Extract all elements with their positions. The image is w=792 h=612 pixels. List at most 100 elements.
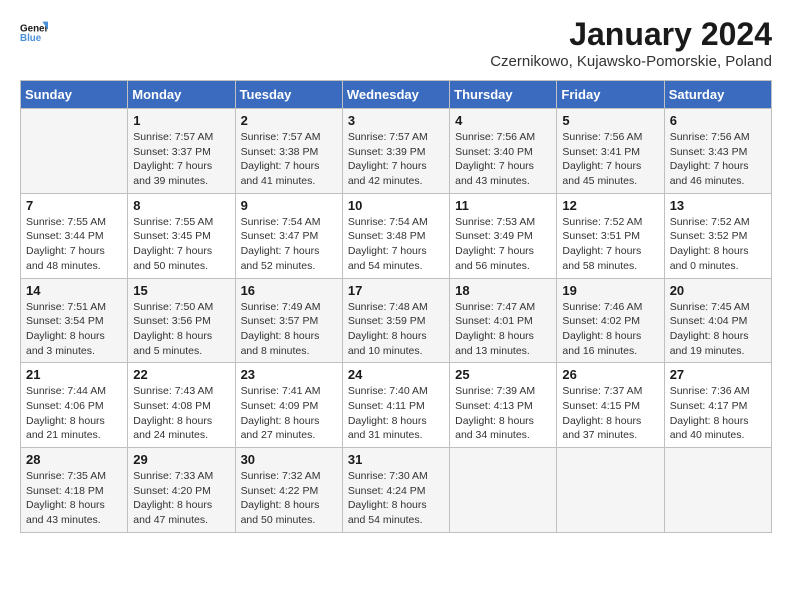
day-number: 20 [670,283,766,298]
month-title: January 2024 [490,16,772,53]
day-info: Sunrise: 7:55 AMSunset: 3:44 PMDaylight:… [26,215,122,274]
calendar-week-1: 1 Sunrise: 7:57 AMSunset: 3:37 PMDaylight… [21,109,772,194]
calendar-cell: 8Sunrise: 7:55 AMSunset: 3:45 PMDaylight… [128,193,235,278]
calendar-cell: 28Sunrise: 7:35 AMSunset: 4:18 PMDayligh… [21,448,128,533]
calendar-cell: 4Sunrise: 7:56 AMSunset: 3:40 PMDaylight… [450,109,557,194]
logo-icon: General Blue [20,16,48,44]
day-number: 25 [455,367,551,382]
day-number: 22 [133,367,229,382]
calendar-week-2: 7Sunrise: 7:55 AMSunset: 3:44 PMDaylight… [21,193,772,278]
day-info: Sunrise: 7:45 AMSunset: 4:04 PMDaylight:… [670,300,766,359]
calendar-cell: 25 Sunrise: 7:39 AMSunset: 4:13 PMDayligh… [450,363,557,448]
calendar-cell [664,448,771,533]
day-info: Sunrise: 7:51 AMSunset: 3:54 PMDaylight:… [26,300,122,359]
calendar-cell: 15 Sunrise: 7:50 AMSunset: 3:56 PMDayligh… [128,278,235,363]
calendar-week-4: 21 Sunrise: 7:44 AMSunset: 4:06 PMDayligh… [21,363,772,448]
weekday-header-tuesday: Tuesday [235,81,342,109]
calendar-cell: 27 Sunrise: 7:36 AMSunset: 4:17 PMDayligh… [664,363,771,448]
calendar-cell: 24Sunrise: 7:40 AMSunset: 4:11 PMDayligh… [342,363,449,448]
page-header: General Blue January 2024 Czernikowo, Ku… [20,16,772,70]
calendar-cell: 1 Sunrise: 7:57 AMSunset: 3:37 PMDaylight… [128,109,235,194]
day-info: Sunrise: 7:50 AMSunset: 3:56 PMDaylight:… [133,300,229,359]
day-info: Sunrise: 7:30 AMSunset: 4:24 PMDaylight:… [348,469,444,528]
day-number: 8 [133,198,229,213]
day-info: Sunrise: 7:56 AMSunset: 3:43 PMDaylight:… [670,130,766,189]
calendar-week-3: 14Sunrise: 7:51 AMSunset: 3:54 PMDayligh… [21,278,772,363]
day-number: 31 [348,452,444,467]
calendar-cell: 6 Sunrise: 7:56 AMSunset: 3:43 PMDaylight… [664,109,771,194]
day-number: 18 [455,283,551,298]
calendar-week-5: 28Sunrise: 7:35 AMSunset: 4:18 PMDayligh… [21,448,772,533]
day-number: 21 [26,367,122,382]
day-info: Sunrise: 7:36 AMSunset: 4:17 PMDaylight:… [670,384,766,443]
calendar-cell [450,448,557,533]
day-info: Sunrise: 7:47 AMSunset: 4:01 PMDaylight:… [455,300,551,359]
calendar-cell: 17 Sunrise: 7:48 AMSunset: 3:59 PMDayligh… [342,278,449,363]
day-info: Sunrise: 7:37 AMSunset: 4:15 PMDaylight:… [562,384,658,443]
calendar-cell: 16 Sunrise: 7:49 AMSunset: 3:57 PMDayligh… [235,278,342,363]
day-info: Sunrise: 7:48 AMSunset: 3:59 PMDaylight:… [348,300,444,359]
day-number: 26 [562,367,658,382]
calendar-cell: 19 Sunrise: 7:46 AMSunset: 4:02 PMDayligh… [557,278,664,363]
day-number: 3 [348,113,444,128]
calendar-cell: 14Sunrise: 7:51 AMSunset: 3:54 PMDayligh… [21,278,128,363]
calendar-table: SundayMondayTuesdayWednesdayThursdayFrid… [20,80,772,533]
day-number: 17 [348,283,444,298]
calendar-header: SundayMondayTuesdayWednesdayThursdayFrid… [21,81,772,109]
day-number: 11 [455,198,551,213]
day-number: 29 [133,452,229,467]
weekday-header-row: SundayMondayTuesdayWednesdayThursdayFrid… [21,81,772,109]
calendar-cell: 26 Sunrise: 7:37 AMSunset: 4:15 PMDayligh… [557,363,664,448]
weekday-header-saturday: Saturday [664,81,771,109]
location-subtitle: Czernikowo, Kujawsko-Pomorskie, Poland [490,53,772,70]
calendar-cell: 10 Sunrise: 7:54 AMSunset: 3:48 PMDayligh… [342,193,449,278]
day-info: Sunrise: 7:54 AMSunset: 3:48 PMDaylight:… [348,215,444,274]
day-number: 23 [241,367,337,382]
weekday-header-thursday: Thursday [450,81,557,109]
weekday-header-wednesday: Wednesday [342,81,449,109]
day-number: 16 [241,283,337,298]
calendar-cell [21,109,128,194]
calendar-cell: 31 Sunrise: 7:30 AMSunset: 4:24 PMDayligh… [342,448,449,533]
weekday-header-monday: Monday [128,81,235,109]
day-info: Sunrise: 7:46 AMSunset: 4:02 PMDaylight:… [562,300,658,359]
day-info: Sunrise: 7:56 AMSunset: 3:40 PMDaylight:… [455,130,551,189]
calendar-cell: 18 Sunrise: 7:47 AMSunset: 4:01 PMDayligh… [450,278,557,363]
day-number: 19 [562,283,658,298]
day-info: Sunrise: 7:44 AMSunset: 4:06 PMDaylight:… [26,384,122,443]
day-info: Sunrise: 7:57 AMSunset: 3:39 PMDaylight:… [348,130,444,189]
day-info: Sunrise: 7:43 AMSunset: 4:08 PMDaylight:… [133,384,229,443]
svg-text:Blue: Blue [20,33,42,44]
day-number: 30 [241,452,337,467]
calendar-cell: 9Sunrise: 7:54 AMSunset: 3:47 PMDaylight… [235,193,342,278]
title-block: January 2024 Czernikowo, Kujawsko-Pomors… [490,16,772,70]
day-number: 6 [670,113,766,128]
day-info: Sunrise: 7:57 AMSunset: 3:38 PMDaylight:… [241,130,337,189]
day-number: 12 [562,198,658,213]
day-info: Sunrise: 7:52 AMSunset: 3:51 PMDaylight:… [562,215,658,274]
day-info: Sunrise: 7:41 AMSunset: 4:09 PMDaylight:… [241,384,337,443]
calendar-body: 1 Sunrise: 7:57 AMSunset: 3:37 PMDaylight… [21,109,772,533]
calendar-cell: 29Sunrise: 7:33 AMSunset: 4:20 PMDayligh… [128,448,235,533]
calendar-cell: 11Sunrise: 7:53 AMSunset: 3:49 PMDayligh… [450,193,557,278]
calendar-cell: 22 Sunrise: 7:43 AMSunset: 4:08 PMDayligh… [128,363,235,448]
day-info: Sunrise: 7:54 AMSunset: 3:47 PMDaylight:… [241,215,337,274]
day-number: 5 [562,113,658,128]
calendar-cell: 3 Sunrise: 7:57 AMSunset: 3:39 PMDaylight… [342,109,449,194]
day-info: Sunrise: 7:49 AMSunset: 3:57 PMDaylight:… [241,300,337,359]
day-number: 1 [133,113,229,128]
day-number: 10 [348,198,444,213]
day-info: Sunrise: 7:57 AMSunset: 3:37 PMDaylight:… [133,130,229,189]
day-info: Sunrise: 7:56 AMSunset: 3:41 PMDaylight:… [562,130,658,189]
day-info: Sunrise: 7:52 AMSunset: 3:52 PMDaylight:… [670,215,766,274]
calendar-cell: 13 Sunrise: 7:52 AMSunset: 3:52 PMDayligh… [664,193,771,278]
weekday-header-friday: Friday [557,81,664,109]
calendar-cell: 23 Sunrise: 7:41 AMSunset: 4:09 PMDayligh… [235,363,342,448]
calendar-cell: 7Sunrise: 7:55 AMSunset: 3:44 PMDaylight… [21,193,128,278]
day-info: Sunrise: 7:39 AMSunset: 4:13 PMDaylight:… [455,384,551,443]
day-number: 13 [670,198,766,213]
calendar-cell: 12 Sunrise: 7:52 AMSunset: 3:51 PMDayligh… [557,193,664,278]
day-number: 15 [133,283,229,298]
day-info: Sunrise: 7:40 AMSunset: 4:11 PMDaylight:… [348,384,444,443]
day-number: 27 [670,367,766,382]
